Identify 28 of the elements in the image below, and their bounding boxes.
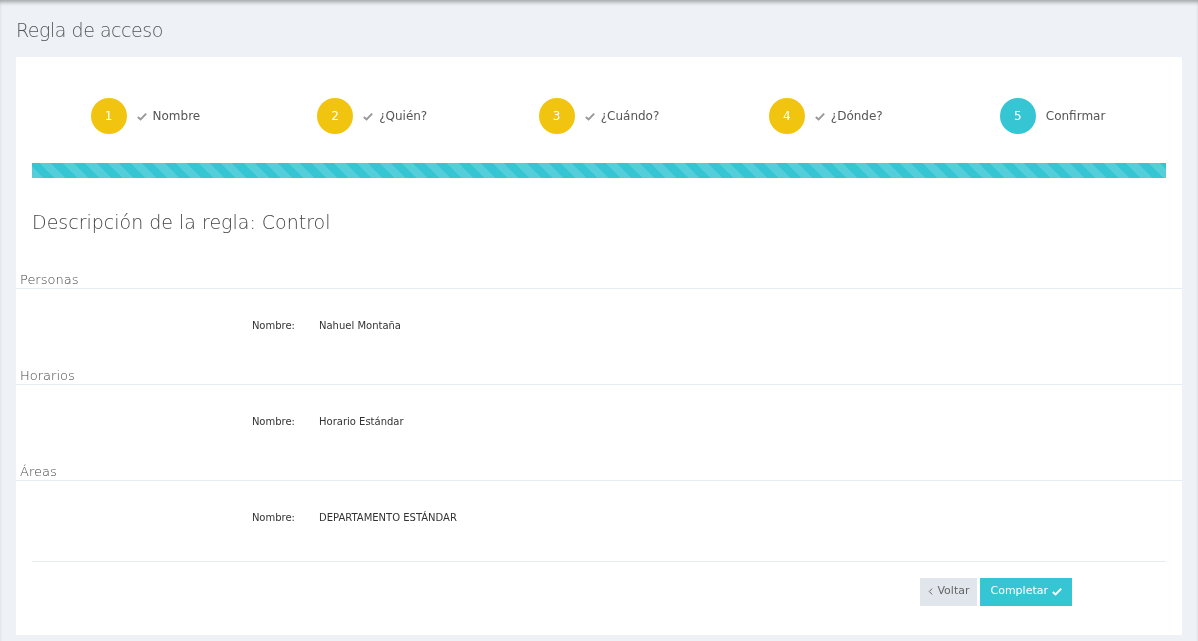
field-label: Nombre: bbox=[250, 319, 295, 333]
rule-heading: Descripción de la regla: Control bbox=[32, 210, 332, 235]
check-icon bbox=[363, 111, 374, 121]
section-title: Áreas bbox=[20, 463, 57, 479]
section-title: Personas bbox=[20, 271, 79, 287]
page-title: Regla de acceso bbox=[16, 18, 163, 44]
step-number: 4 bbox=[768, 98, 805, 134]
back-button[interactable]: Voltar bbox=[920, 577, 978, 606]
step-number: 2 bbox=[317, 98, 354, 134]
field-value: Nahuel Montaña bbox=[319, 319, 401, 333]
step-label: Nombre bbox=[152, 108, 201, 125]
check-icon bbox=[1052, 587, 1062, 596]
check-icon bbox=[814, 111, 825, 121]
step-label: ¿Quién? bbox=[379, 108, 428, 125]
field-value: DEPARTAMENTO ESTÁNDAR bbox=[319, 510, 457, 525]
step-number: 1 bbox=[90, 98, 127, 134]
field-value: Horario Estándar bbox=[319, 415, 404, 429]
field-label: Nombre: bbox=[250, 415, 295, 429]
check-icon bbox=[136, 111, 147, 121]
field-label: Nombre: bbox=[250, 511, 295, 525]
section-title: Horarios bbox=[20, 367, 75, 383]
check-icon bbox=[584, 111, 595, 121]
step-number: 5 bbox=[999, 98, 1036, 134]
step-number: 3 bbox=[538, 98, 575, 134]
step-label: ¿Dónde? bbox=[830, 108, 883, 125]
step-label: Confirmar bbox=[1045, 108, 1106, 125]
step-label: ¿Cuándo? bbox=[600, 108, 660, 125]
chevron-left-icon bbox=[928, 588, 934, 595]
